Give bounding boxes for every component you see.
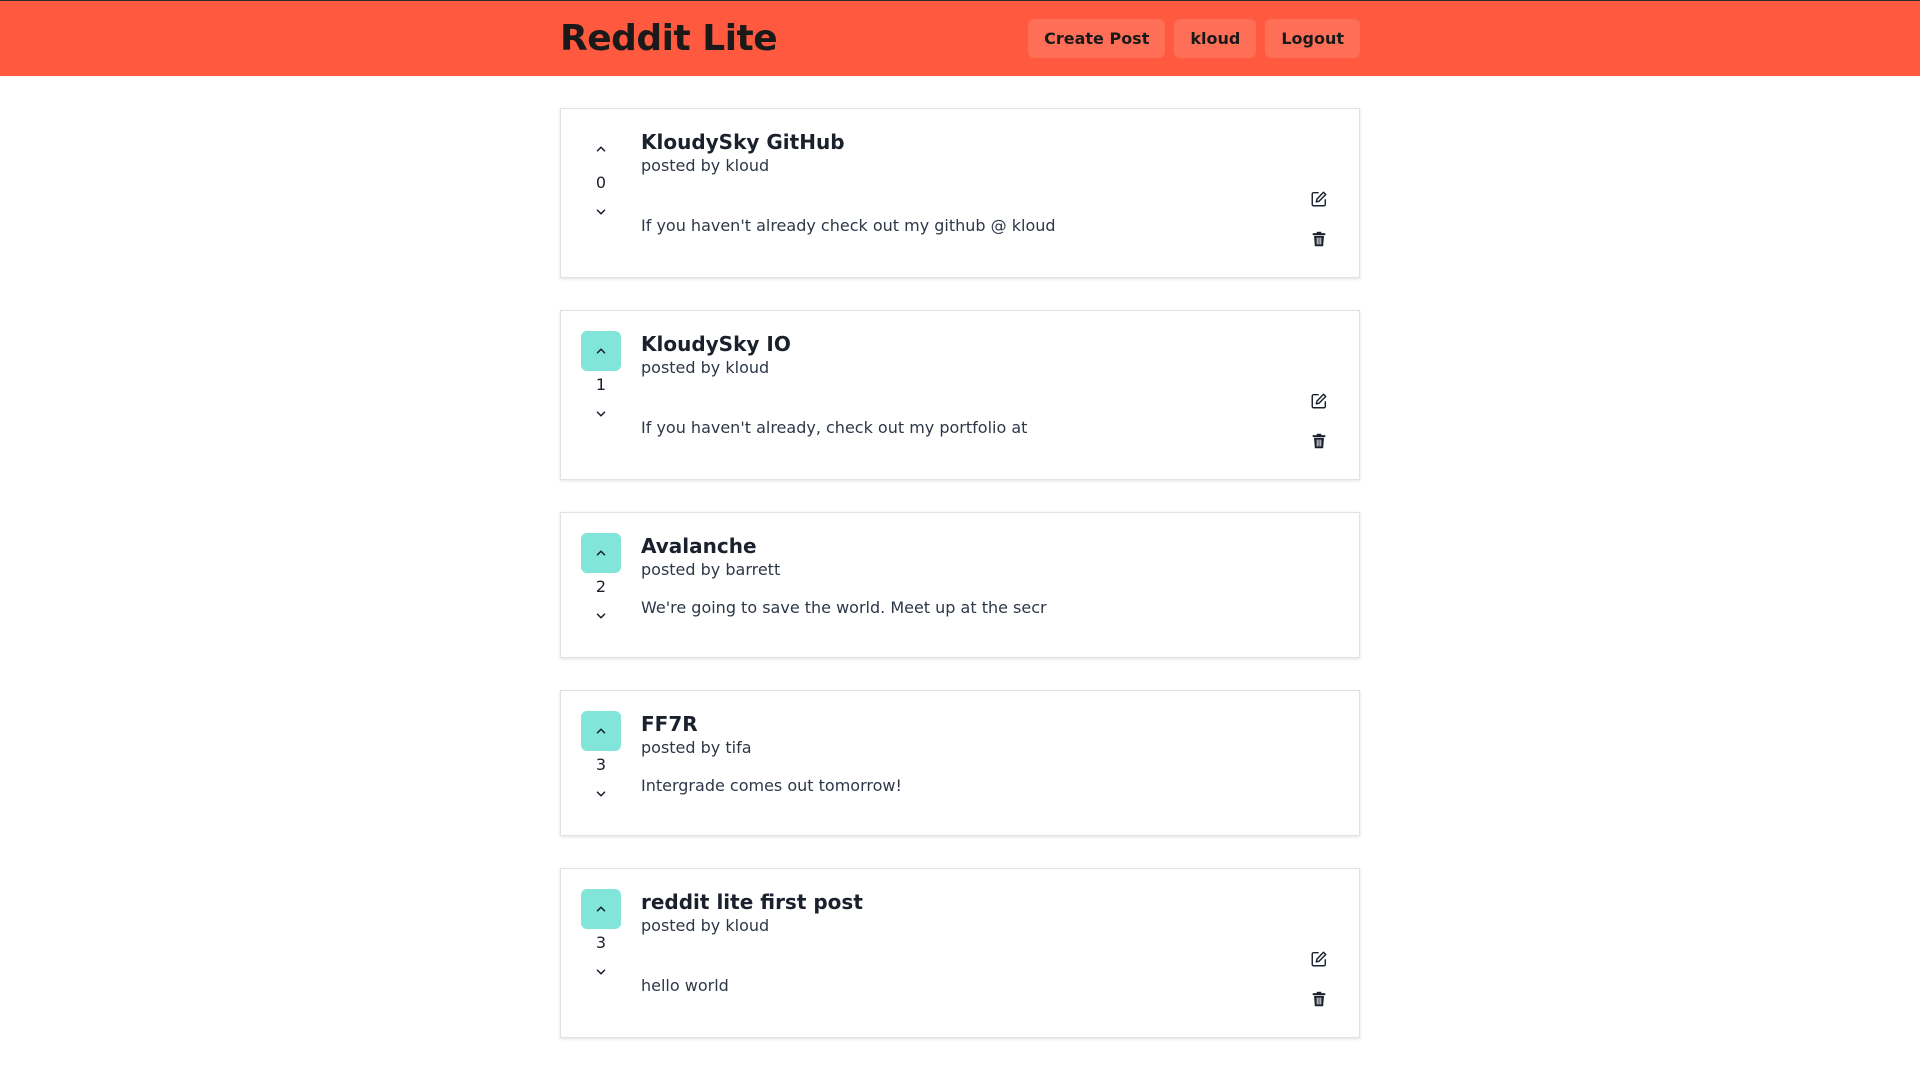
- downvote-button[interactable]: [581, 957, 621, 987]
- upvote-button[interactable]: [581, 711, 621, 751]
- nav-actions: Create Post kloud Logout: [1028, 19, 1360, 58]
- post-title[interactable]: reddit lite first post: [641, 889, 1279, 915]
- downvote-button[interactable]: [581, 399, 621, 429]
- navbar-inner: Reddit Lite Create Post kloud Logout: [560, 1, 1360, 76]
- vote-score: 3: [595, 755, 607, 774]
- post-actions: [1309, 189, 1329, 249]
- vote-score: 1: [595, 375, 607, 394]
- chevron-down-icon: [596, 791, 606, 797]
- vote-score: 3: [595, 933, 607, 952]
- post-content: Avalanche posted by barrett We're going …: [641, 513, 1359, 619]
- chevron-down-icon: [596, 613, 606, 619]
- post-body: If you haven't already, check out my por…: [641, 418, 1028, 437]
- post-card: 3 reddit lite first post posted by kloud…: [560, 868, 1360, 1038]
- post-content: KloudySky IO posted by kloud If you have…: [641, 311, 1359, 439]
- chevron-up-icon: [596, 728, 606, 734]
- upvote-button[interactable]: [581, 889, 621, 929]
- edit-button[interactable]: [1309, 949, 1329, 969]
- post-actions: [1309, 391, 1329, 451]
- delete-button[interactable]: [1309, 431, 1329, 451]
- chevron-up-icon: [596, 146, 606, 152]
- upvote-button[interactable]: [581, 129, 621, 169]
- post-card: 0 KloudySky GitHub posted by kloud If yo…: [560, 108, 1360, 278]
- edit-icon: [1311, 393, 1327, 409]
- post-actions: [1309, 949, 1329, 1009]
- chevron-up-icon: [596, 348, 606, 354]
- logout-button[interactable]: Logout: [1265, 19, 1360, 58]
- post-author: posted by kloud: [641, 358, 770, 377]
- post-title[interactable]: KloudySky GitHub: [641, 129, 1279, 155]
- post-body: If you haven't already check out my gith…: [641, 216, 1056, 235]
- vote-controls: 3: [581, 711, 621, 809]
- edit-button[interactable]: [1309, 189, 1329, 209]
- post-body: We're going to save the world. Meet up a…: [641, 598, 1047, 617]
- chevron-down-icon: [596, 209, 606, 215]
- chevron-down-icon: [596, 411, 606, 417]
- post-card: 3 FF7R posted by tifa Intergrade comes o…: [560, 690, 1360, 836]
- trash-icon: [1312, 433, 1326, 449]
- post-author: posted by barrett: [641, 560, 781, 579]
- downvote-button[interactable]: [581, 197, 621, 227]
- upvote-button[interactable]: [581, 331, 621, 371]
- post-author: posted by tifa: [641, 738, 752, 757]
- edit-icon: [1311, 951, 1327, 967]
- post-title[interactable]: FF7R: [641, 711, 1279, 737]
- post-body: hello world: [641, 976, 729, 995]
- downvote-button[interactable]: [581, 779, 621, 809]
- user-profile-button[interactable]: kloud: [1174, 19, 1257, 58]
- post-card: 2 Avalanche posted by barrett We're goin…: [560, 512, 1360, 658]
- vote-controls: 1: [581, 331, 621, 429]
- chevron-down-icon: [596, 969, 606, 975]
- vote-score: 0: [595, 173, 607, 192]
- trash-icon: [1312, 991, 1326, 1007]
- post-body: Intergrade comes out tomorrow!: [641, 776, 902, 795]
- post-content: KloudySky GitHub posted by kloud If you …: [641, 109, 1359, 237]
- delete-button[interactable]: [1309, 229, 1329, 249]
- vote-controls: 3: [581, 889, 621, 987]
- navbar: Reddit Lite Create Post kloud Logout: [0, 1, 1920, 76]
- post-title[interactable]: KloudySky IO: [641, 331, 1279, 357]
- chevron-up-icon: [596, 550, 606, 556]
- post-content: FF7R posted by tifa Intergrade comes out…: [641, 691, 1359, 797]
- chevron-up-icon: [596, 906, 606, 912]
- upvote-button[interactable]: [581, 533, 621, 573]
- post-card: 1 KloudySky IO posted by kloud If you ha…: [560, 310, 1360, 480]
- vote-controls: 0: [581, 129, 621, 227]
- vote-controls: 2: [581, 533, 621, 631]
- vote-score: 2: [595, 577, 607, 596]
- edit-button[interactable]: [1309, 391, 1329, 411]
- app-title[interactable]: Reddit Lite: [560, 18, 778, 59]
- create-post-button[interactable]: Create Post: [1028, 19, 1166, 58]
- post-author: posted by kloud: [641, 916, 770, 935]
- post-feed: 0 KloudySky GitHub posted by kloud If yo…: [560, 108, 1360, 1070]
- downvote-button[interactable]: [581, 601, 621, 631]
- post-title[interactable]: Avalanche: [641, 533, 1279, 559]
- delete-button[interactable]: [1309, 989, 1329, 1009]
- trash-icon: [1312, 231, 1326, 247]
- edit-icon: [1311, 191, 1327, 207]
- post-content: reddit lite first post posted by kloud h…: [641, 869, 1359, 997]
- post-author: posted by kloud: [641, 156, 770, 175]
